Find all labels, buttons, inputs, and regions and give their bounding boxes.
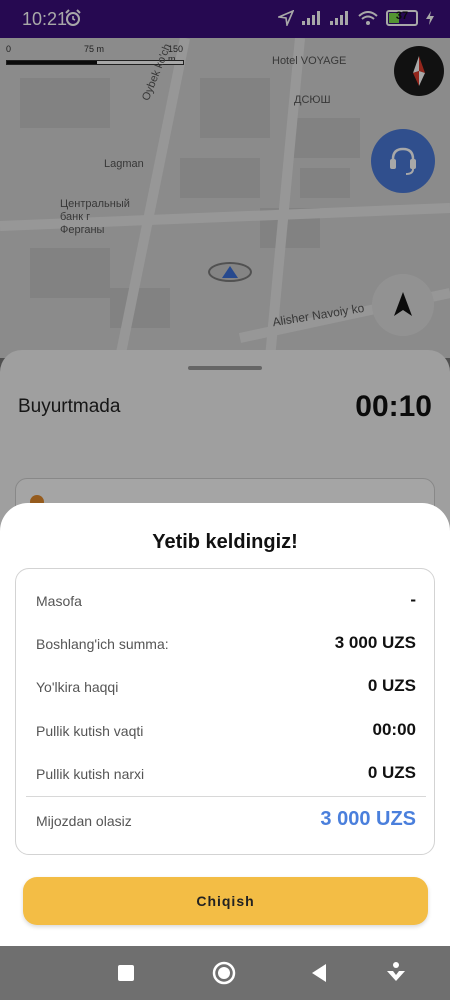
navigation-arrow-icon	[222, 266, 238, 278]
fare-row-label: Pullik kutish vaqti	[36, 723, 144, 739]
support-button[interactable]	[371, 129, 435, 193]
driver-location-marker	[208, 262, 252, 282]
arrival-sheet: Yetib keldingiz! Masofa - Boshlang'ich s…	[0, 503, 450, 948]
fare-row-value: 3 000 UZS	[334, 633, 416, 652]
fare-row-label: Pullik kutish narxi	[36, 766, 145, 782]
divider	[26, 796, 426, 797]
battery-level: 37	[395, 10, 409, 22]
alarm-icon	[65, 9, 81, 26]
charging-icon	[426, 11, 434, 25]
scale-label-0: 0	[6, 44, 12, 54]
recenter-button[interactable]	[372, 274, 434, 336]
fare-row-value: 0 UZS	[367, 676, 416, 695]
fare-row: Pullik kutish vaqti 00:00	[36, 716, 416, 746]
status-bar: 10:21 37	[0, 0, 450, 38]
back-button[interactable]	[308, 961, 332, 985]
fare-row: Yo'lkira haqqi 0 UZS	[36, 672, 416, 702]
map-label-bank: Центральный банк г Ферганы	[60, 198, 130, 236]
fare-row-label: Boshlang'ich summa:	[36, 636, 169, 652]
sheet-title: Yetib keldingiz!	[152, 531, 298, 553]
headset-icon	[390, 147, 416, 175]
compass-button[interactable]	[394, 46, 444, 96]
signal-icon	[302, 11, 320, 25]
system-nav-bar	[0, 946, 450, 1000]
scale-label-75: 75 m	[84, 44, 105, 54]
fare-details-card: Masofa - Boshlang'ich summa: 3 000 UZS Y…	[15, 568, 435, 855]
fare-row-value: 0 UZS	[367, 763, 416, 782]
order-timer: 00:10	[355, 390, 432, 423]
total-row: Mijozdan olasiz 3 000 UZS	[36, 806, 416, 836]
fare-row: Pullik kutish narxi 0 UZS	[36, 759, 416, 789]
order-status-label: Buyurtmada	[18, 396, 121, 417]
fare-row-value: -	[410, 590, 416, 609]
map-label-dsyush: ДСЮШ	[294, 94, 331, 106]
location-arrow-icon	[278, 10, 294, 26]
exit-button[interactable]: Chiqish	[23, 877, 428, 925]
home-button[interactable]	[212, 961, 236, 985]
map-view[interactable]: 0 75 m 150 m Hotel VOYAGE ДСЮШ Oybek ko'…	[0, 38, 450, 358]
recents-button[interactable]	[114, 961, 138, 985]
fare-row-label: Yo'lkira haqqi	[36, 679, 119, 695]
clock: 10:21	[22, 9, 68, 29]
fare-row: Masofa -	[36, 586, 416, 616]
navigation-arrow-icon	[394, 292, 412, 316]
total-label: Mijozdan olasiz	[36, 813, 132, 829]
battery-icon: 37	[386, 10, 418, 26]
fare-row-label: Masofa	[36, 593, 82, 609]
fare-row: Boshlang'ich summa: 3 000 UZS	[36, 629, 416, 659]
map-label-lagman: Lagman	[104, 158, 144, 170]
compass-icon	[413, 56, 425, 86]
total-value: 3 000 UZS	[320, 808, 416, 830]
map-label-hotel: Hotel VOYAGE	[272, 55, 347, 67]
accessibility-button[interactable]	[384, 961, 408, 985]
fare-row-value: 00:00	[372, 720, 416, 739]
drag-handle[interactable]	[188, 366, 262, 370]
signal-icon	[330, 11, 348, 25]
wifi-icon	[358, 10, 378, 25]
